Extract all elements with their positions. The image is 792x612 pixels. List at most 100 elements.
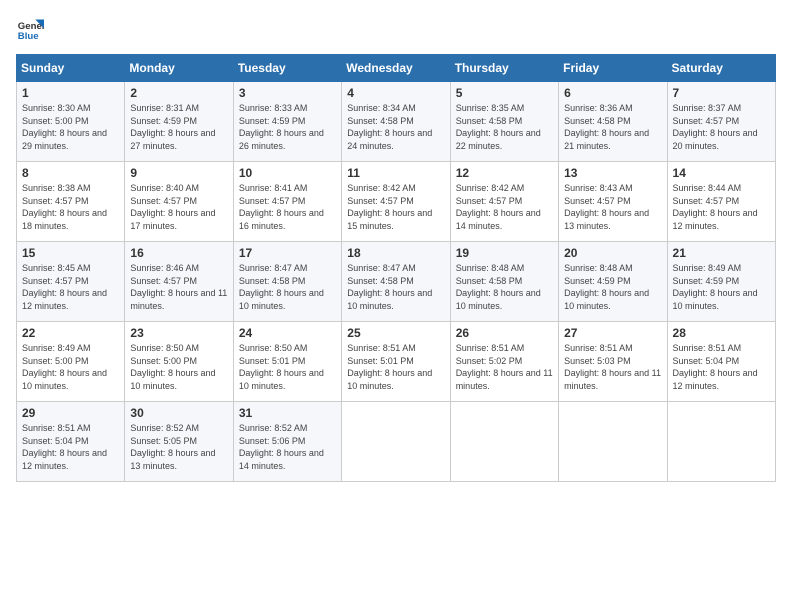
day-info: Sunrise: 8:48 AMSunset: 4:58 PMDaylight:… (456, 262, 553, 312)
day-info: Sunrise: 8:40 AMSunset: 4:57 PMDaylight:… (130, 182, 227, 232)
calendar-week-row: 8 Sunrise: 8:38 AMSunset: 4:57 PMDaylight… (17, 162, 776, 242)
day-number: 1 (22, 86, 119, 100)
day-number: 27 (564, 326, 661, 340)
calendar-page: General Blue SundayMondayTuesdayWednesda… (0, 0, 792, 612)
calendar-cell: 8 Sunrise: 8:38 AMSunset: 4:57 PMDaylight… (17, 162, 125, 242)
calendar-cell: 16 Sunrise: 8:46 AMSunset: 4:57 PMDayligh… (125, 242, 233, 322)
day-number: 4 (347, 86, 444, 100)
calendar-cell: 28 Sunrise: 8:51 AMSunset: 5:04 PMDayligh… (667, 322, 775, 402)
calendar-cell: 6Sunrise: 8:36 AMSunset: 4:58 PMDaylight… (559, 82, 667, 162)
calendar-cell: 17 Sunrise: 8:47 AMSunset: 4:58 PMDayligh… (233, 242, 341, 322)
day-info: Sunrise: 8:51 AMSunset: 5:01 PMDaylight:… (347, 342, 444, 392)
day-info: Sunrise: 8:41 AMSunset: 4:57 PMDaylight:… (239, 182, 336, 232)
day-info: Sunrise: 8:34 AMSunset: 4:58 PMDaylight:… (347, 102, 444, 152)
day-info: Sunrise: 8:51 AMSunset: 5:02 PMDaylight:… (456, 342, 553, 392)
day-info: Sunrise: 8:51 AMSunset: 5:03 PMDaylight:… (564, 342, 661, 392)
calendar-week-row: 29Sunrise: 8:51 AMSunset: 5:04 PMDayligh… (17, 402, 776, 482)
calendar-cell: 5Sunrise: 8:35 AMSunset: 4:58 PMDaylight… (450, 82, 558, 162)
weekday-label: Saturday (667, 55, 775, 82)
calendar-cell (450, 402, 558, 482)
day-info: Sunrise: 8:33 AMSunset: 4:59 PMDaylight:… (239, 102, 336, 152)
day-info: Sunrise: 8:50 AMSunset: 5:00 PMDaylight:… (130, 342, 227, 392)
weekday-label: Tuesday (233, 55, 341, 82)
day-info: Sunrise: 8:47 AMSunset: 4:58 PMDaylight:… (239, 262, 336, 312)
day-number: 20 (564, 246, 661, 260)
day-number: 11 (347, 166, 444, 180)
day-number: 7 (673, 86, 770, 100)
day-info: Sunrise: 8:50 AMSunset: 5:01 PMDaylight:… (239, 342, 336, 392)
day-number: 26 (456, 326, 553, 340)
day-info: Sunrise: 8:36 AMSunset: 4:58 PMDaylight:… (564, 102, 661, 152)
calendar-cell (667, 402, 775, 482)
day-number: 2 (130, 86, 227, 100)
day-number: 17 (239, 246, 336, 260)
calendar-cell: 1 Sunrise: 8:30 AMSunset: 5:00 PMDaylight… (17, 82, 125, 162)
day-info: Sunrise: 8:48 AMSunset: 4:59 PMDaylight:… (564, 262, 661, 312)
calendar-cell: 9Sunrise: 8:40 AMSunset: 4:57 PMDaylight… (125, 162, 233, 242)
calendar-cell: 21 Sunrise: 8:49 AMSunset: 4:59 PMDayligh… (667, 242, 775, 322)
calendar-cell: 19 Sunrise: 8:48 AMSunset: 4:58 PMDayligh… (450, 242, 558, 322)
day-number: 28 (673, 326, 770, 340)
calendar-cell: 18 Sunrise: 8:47 AMSunset: 4:58 PMDayligh… (342, 242, 450, 322)
day-number: 12 (456, 166, 553, 180)
day-number: 18 (347, 246, 444, 260)
day-info: Sunrise: 8:49 AMSunset: 4:59 PMDaylight:… (673, 262, 770, 312)
calendar-cell: 25 Sunrise: 8:51 AMSunset: 5:01 PMDayligh… (342, 322, 450, 402)
day-number: 13 (564, 166, 661, 180)
calendar-cell: 12Sunrise: 8:42 AMSunset: 4:57 PMDayligh… (450, 162, 558, 242)
calendar-table: SundayMondayTuesdayWednesdayThursdayFrid… (16, 54, 776, 482)
weekday-label: Sunday (17, 55, 125, 82)
day-number: 8 (22, 166, 119, 180)
day-number: 19 (456, 246, 553, 260)
day-info: Sunrise: 8:49 AMSunset: 5:00 PMDaylight:… (22, 342, 119, 392)
calendar-cell: 2 Sunrise: 8:31 AMSunset: 4:59 PMDaylight… (125, 82, 233, 162)
day-number: 14 (673, 166, 770, 180)
day-info: Sunrise: 8:47 AMSunset: 4:58 PMDaylight:… (347, 262, 444, 312)
calendar-cell: 11Sunrise: 8:42 AMSunset: 4:57 PMDayligh… (342, 162, 450, 242)
day-number: 22 (22, 326, 119, 340)
logo: General Blue (16, 16, 44, 44)
calendar-cell: 26 Sunrise: 8:51 AMSunset: 5:02 PMDayligh… (450, 322, 558, 402)
calendar-week-row: 15 Sunrise: 8:45 AMSunset: 4:57 PMDayligh… (17, 242, 776, 322)
day-number: 29 (22, 406, 119, 420)
calendar-week-row: 22 Sunrise: 8:49 AMSunset: 5:00 PMDayligh… (17, 322, 776, 402)
day-info: Sunrise: 8:31 AMSunset: 4:59 PMDaylight:… (130, 102, 227, 152)
day-info: Sunrise: 8:37 AMSunset: 4:57 PMDaylight:… (673, 102, 770, 152)
calendar-cell: 10Sunrise: 8:41 AMSunset: 4:57 PMDayligh… (233, 162, 341, 242)
day-number: 3 (239, 86, 336, 100)
logo-icon: General Blue (16, 16, 44, 44)
weekday-label: Thursday (450, 55, 558, 82)
weekday-label: Wednesday (342, 55, 450, 82)
day-number: 16 (130, 246, 227, 260)
calendar-cell: 24Sunrise: 8:50 AMSunset: 5:01 PMDayligh… (233, 322, 341, 402)
calendar-cell: 29Sunrise: 8:51 AMSunset: 5:04 PMDayligh… (17, 402, 125, 482)
weekday-label: Friday (559, 55, 667, 82)
day-number: 25 (347, 326, 444, 340)
calendar-cell: 23Sunrise: 8:50 AMSunset: 5:00 PMDayligh… (125, 322, 233, 402)
calendar-cell: 14 Sunrise: 8:44 AMSunset: 4:57 PMDayligh… (667, 162, 775, 242)
day-info: Sunrise: 8:46 AMSunset: 4:57 PMDaylight:… (130, 262, 227, 312)
svg-text:Blue: Blue (18, 31, 39, 42)
calendar-cell: 20 Sunrise: 8:48 AMSunset: 4:59 PMDayligh… (559, 242, 667, 322)
calendar-cell: 31Sunrise: 8:52 AMSunset: 5:06 PMDayligh… (233, 402, 341, 482)
calendar-cell: 22 Sunrise: 8:49 AMSunset: 5:00 PMDayligh… (17, 322, 125, 402)
calendar-cell: 27 Sunrise: 8:51 AMSunset: 5:03 PMDayligh… (559, 322, 667, 402)
day-number: 15 (22, 246, 119, 260)
calendar-week-row: 1 Sunrise: 8:30 AMSunset: 5:00 PMDaylight… (17, 82, 776, 162)
calendar-cell: 15 Sunrise: 8:45 AMSunset: 4:57 PMDayligh… (17, 242, 125, 322)
calendar-cell: 3 Sunrise: 8:33 AMSunset: 4:59 PMDaylight… (233, 82, 341, 162)
day-info: Sunrise: 8:52 AMSunset: 5:05 PMDaylight:… (130, 422, 227, 472)
day-info: Sunrise: 8:30 AMSunset: 5:00 PMDaylight:… (22, 102, 119, 152)
day-info: Sunrise: 8:52 AMSunset: 5:06 PMDaylight:… (239, 422, 336, 472)
header: General Blue (16, 16, 776, 44)
calendar-cell (559, 402, 667, 482)
day-info: Sunrise: 8:43 AMSunset: 4:57 PMDaylight:… (564, 182, 661, 232)
day-info: Sunrise: 8:38 AMSunset: 4:57 PMDaylight:… (22, 182, 119, 232)
weekday-label: Monday (125, 55, 233, 82)
day-info: Sunrise: 8:51 AMSunset: 5:04 PMDaylight:… (673, 342, 770, 392)
day-number: 5 (456, 86, 553, 100)
day-info: Sunrise: 8:45 AMSunset: 4:57 PMDaylight:… (22, 262, 119, 312)
day-info: Sunrise: 8:44 AMSunset: 4:57 PMDaylight:… (673, 182, 770, 232)
day-number: 21 (673, 246, 770, 260)
calendar-cell: 4 Sunrise: 8:34 AMSunset: 4:58 PMDaylight… (342, 82, 450, 162)
